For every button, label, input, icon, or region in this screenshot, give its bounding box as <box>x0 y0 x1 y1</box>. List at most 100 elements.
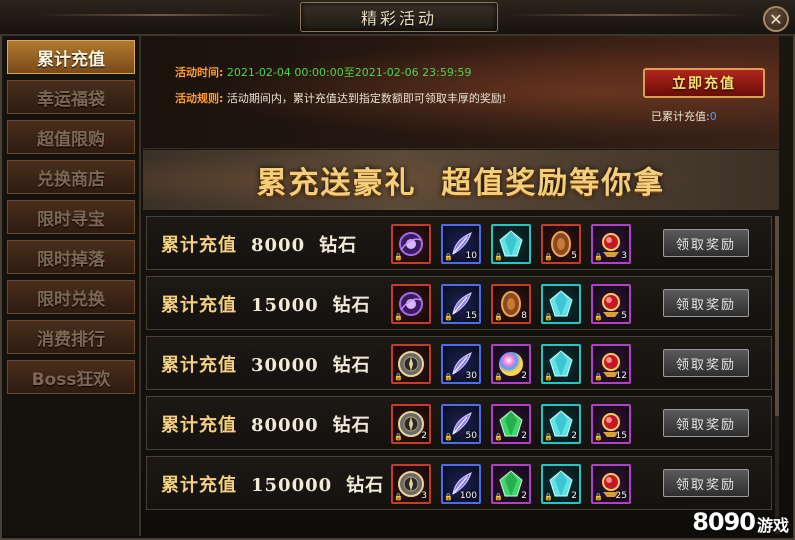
item-count: 2 <box>421 431 427 441</box>
recharge-now-button[interactable]: 立即充值 <box>643 68 765 98</box>
title-plate: 精彩活动 <box>300 2 498 32</box>
sidebar-item-3[interactable]: 兑换商店 <box>7 160 135 194</box>
reward-tier-label: 累计充值 150000 钻石 <box>161 471 384 497</box>
bound-lock-icon: 🔒 <box>494 373 503 381</box>
bound-lock-icon: 🔒 <box>544 313 553 321</box>
bound-lock-icon: 🔒 <box>444 313 453 321</box>
claim-reward-button[interactable]: 领取奖励 <box>663 409 749 437</box>
sidebar-item-8[interactable]: Boss狂欢 <box>7 360 135 394</box>
reward-item-slot[interactable]: 🔒 5 <box>591 284 631 324</box>
item-count: 15 <box>615 431 627 441</box>
activity-time-line: 活动时间: 2021-02-04 00:00:00至2021-02-06 23:… <box>175 64 472 80</box>
claim-reward-button[interactable]: 领取奖励 <box>663 229 749 257</box>
reward-item-slot[interactable]: 🔒 <box>491 224 531 264</box>
title-ornament-right <box>510 14 750 16</box>
item-count: 12 <box>615 371 627 381</box>
claim-reward-button[interactable]: 领取奖励 <box>663 349 749 377</box>
activity-rule-line: 活动规则: 活动期间内，累计充值达到指定数额即可领取丰厚的奖励! <box>175 90 506 106</box>
item-count: 3 <box>621 251 627 261</box>
tier-amount: 150000 <box>251 475 333 496</box>
sidebar-item-5[interactable]: 限时掉落 <box>7 240 135 274</box>
tier-unit: 钻石 <box>346 475 385 496</box>
reward-item-slot[interactable]: 🔒 2 <box>541 404 581 444</box>
reward-item-slot[interactable]: 🔒 3 <box>591 224 631 264</box>
reward-item-slot[interactable]: 🔒 100 <box>441 464 481 504</box>
reward-row: 累计充值 80000 钻石 🔒 2 🔒 50 🔒 2 🔒 2 🔒 15 领取奖励 <box>146 396 772 450</box>
accumulated-value: 0 <box>709 110 717 123</box>
site-watermark: 8090 游戏 <box>692 508 789 536</box>
sidebar-item-1[interactable]: 幸运福袋 <box>7 80 135 114</box>
reward-item-slot[interactable]: 🔒 2 <box>541 464 581 504</box>
tier-unit: 钻石 <box>332 415 371 436</box>
window-title: 精彩活动 <box>360 9 437 28</box>
reward-item-slot[interactable]: 🔒 <box>391 344 431 384</box>
item-count: 30 <box>465 371 477 381</box>
bound-lock-icon: 🔒 <box>544 493 553 501</box>
bound-lock-icon: 🔒 <box>494 493 503 501</box>
bound-lock-icon: 🔒 <box>594 493 603 501</box>
reward-item-slot[interactable]: 🔒 15 <box>441 284 481 324</box>
reward-row: 累计充值 30000 钻石 🔒 🔒 30 🔒 2 🔒 🔒 12 领取奖励 <box>146 336 772 390</box>
bound-lock-icon: 🔒 <box>544 433 553 441</box>
bound-lock-icon: 🔒 <box>494 433 503 441</box>
reward-tier-label: 累计充值 80000 钻石 <box>161 411 371 437</box>
item-count: 2 <box>571 491 577 501</box>
reward-row: 累计充值 8000 钻石 🔒 🔒 10 🔒 🔒 5 🔒 3 领取奖励 <box>146 216 772 270</box>
bound-lock-icon: 🔒 <box>394 253 403 261</box>
scrollbar-thumb[interactable] <box>775 216 779 416</box>
reward-item-slot[interactable]: 🔒 <box>541 344 581 384</box>
reward-item-slot[interactable]: 🔒 8 <box>491 284 531 324</box>
reward-item-slot[interactable]: 🔒 2 <box>491 344 531 384</box>
reward-item-slot[interactable]: 🔒 2 <box>491 464 531 504</box>
bound-lock-icon: 🔒 <box>594 313 603 321</box>
reward-item-slot[interactable]: 🔒 15 <box>591 404 631 444</box>
close-button[interactable]: ✕ <box>763 6 789 32</box>
bound-lock-icon: 🔒 <box>594 433 603 441</box>
tier-label-text: 累计充值 <box>161 295 237 316</box>
reward-list[interactable]: 累计充值 8000 钻石 🔒 🔒 10 🔒 🔒 5 🔒 3 领取奖励 累计充值 15000 钻石 🔒 🔒 15 🔒 8… <box>143 212 779 538</box>
sidebar-item-0[interactable]: 累计充值 <box>7 40 135 74</box>
close-icon: ✕ <box>769 9 783 29</box>
sidebar-item-6[interactable]: 限时兑换 <box>7 280 135 314</box>
tier-label-text: 累计充值 <box>161 475 237 496</box>
reward-tier-label: 累计充值 30000 钻石 <box>161 351 371 377</box>
reward-item-slot[interactable]: 🔒 2 <box>391 404 431 444</box>
item-count: 10 <box>465 251 477 261</box>
bound-lock-icon: 🔒 <box>394 373 403 381</box>
activity-time-value: 2021-02-04 00:00:00至2021-02-06 23:59:59 <box>226 66 472 79</box>
reward-tier-label: 累计充值 8000 钻石 <box>161 231 357 257</box>
scrollbar[interactable] <box>775 216 779 534</box>
reward-item-slot[interactable]: 🔒 25 <box>591 464 631 504</box>
reward-item-slot[interactable]: 🔒 30 <box>441 344 481 384</box>
tier-amount: 15000 <box>251 295 319 316</box>
activity-header: 活动时间: 2021-02-04 00:00:00至2021-02-06 23:… <box>143 36 779 149</box>
item-count: 2 <box>521 491 527 501</box>
claim-reward-button[interactable]: 领取奖励 <box>663 289 749 317</box>
sidebar-item-4[interactable]: 限时寻宝 <box>7 200 135 234</box>
reward-item-slot[interactable]: 🔒 <box>391 224 431 264</box>
reward-item-slot[interactable]: 🔒 2 <box>491 404 531 444</box>
tier-label-text: 累计充值 <box>161 235 237 256</box>
reward-item-slot[interactable]: 🔒 12 <box>591 344 631 384</box>
item-count: 50 <box>465 431 477 441</box>
watermark-number: 8090 <box>692 508 756 536</box>
reward-item-slot[interactable]: 🔒 3 <box>391 464 431 504</box>
bound-lock-icon: 🔒 <box>444 433 453 441</box>
sidebar-item-2[interactable]: 超值限购 <box>7 120 135 154</box>
item-count: 25 <box>615 491 627 501</box>
tier-label-text: 累计充值 <box>161 355 237 376</box>
item-count: 2 <box>571 431 577 441</box>
sidebar-item-7[interactable]: 消费排行 <box>7 320 135 354</box>
bound-lock-icon: 🔒 <box>444 493 453 501</box>
claim-reward-button[interactable]: 领取奖励 <box>663 469 749 497</box>
reward-item-slot[interactable]: 🔒 5 <box>541 224 581 264</box>
accumulated-recharge: 已累计充值:0 <box>651 108 717 124</box>
reward-item-slot[interactable]: 🔒 <box>541 284 581 324</box>
item-count: 15 <box>465 311 477 321</box>
reward-item-slot[interactable]: 🔒 10 <box>441 224 481 264</box>
reward-item-slot[interactable]: 🔒 <box>391 284 431 324</box>
activity-rule-label: 活动规则: <box>175 92 224 105</box>
reward-item-slot[interactable]: 🔒 50 <box>441 404 481 444</box>
reward-row: 累计充值 15000 钻石 🔒 🔒 15 🔒 8 🔒 🔒 5 领取奖励 <box>146 276 772 330</box>
accumulated-label: 已累计充值: <box>651 110 710 123</box>
